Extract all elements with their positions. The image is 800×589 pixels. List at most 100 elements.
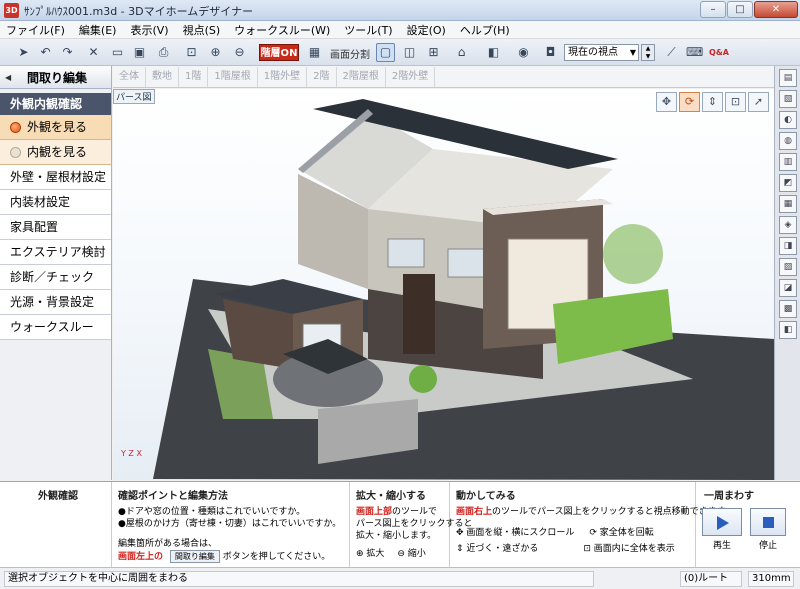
print-icon[interactable]: ⎙ [154, 43, 173, 62]
status-bar: 選択オブジェクトを中心に周囲をまわる (0)ルート 310mm [0, 567, 800, 589]
menu-settings[interactable]: 設定(O) [407, 22, 446, 38]
help-zoom-red: 画面上部 [356, 507, 393, 517]
tool-icon-5[interactable]: ▥ [779, 153, 797, 171]
help-zoom-line-1: 画面上部のツールで [356, 506, 449, 518]
tab-floor2-wall[interactable]: 2階外壁 [386, 67, 436, 87]
menu-help[interactable]: ヘルプ(H) [460, 22, 510, 38]
sidebar-item-exterior-design[interactable]: エクステリア検討 [0, 240, 111, 265]
tool-icon-13[interactable]: ◧ [779, 321, 797, 339]
tool-icon-9[interactable]: ◨ [779, 237, 797, 255]
view-exterior-option[interactable]: 外観を見る [0, 115, 111, 140]
fit-view-icon[interactable]: ⊡ [182, 43, 201, 62]
layout-edit-button[interactable]: ◀ 間取り編集 [0, 66, 111, 89]
viewpoint-select[interactable]: 現在の視点 ▼ [564, 44, 639, 61]
grid-icon[interactable]: ▦ [305, 43, 324, 62]
help-op-fit: 画面内に全体を表示 [593, 544, 675, 554]
tool-icon-11[interactable]: ◪ [779, 279, 797, 297]
floor-tabs: 全体 敷地 1階 1階屋根 1階外壁 2階 2階屋根 2階外壁 [113, 66, 774, 88]
tab-floor1-wall[interactable]: 1階外壁 [258, 67, 308, 87]
zoom-in-icon[interactable]: ⊕ [206, 43, 225, 62]
sidebar-item-walkthrough[interactable]: ウォークスルー [0, 315, 111, 340]
stop-label: 停止 [758, 541, 777, 551]
stop-button[interactable] [750, 508, 786, 536]
select-arrow-icon[interactable]: ➤ [14, 43, 33, 62]
perspective-viewport[interactable]: パース図 ✥ ⟳ ⇕ ⊡ ➚ Y Z X [113, 89, 774, 480]
left-panel: ◀ 間取り編集 外観内観確認 外観を見る 内観を見る 外壁・屋根材設定 内装材設… [0, 66, 112, 480]
fit-all-icon[interactable]: ⊡ [725, 92, 746, 112]
navigation-tools: ✥ ⟳ ⇕ ⊡ ➚ [656, 92, 771, 112]
tool-icon-12[interactable]: ▩ [779, 300, 797, 318]
menu-viewpoint[interactable]: 視点(S) [183, 22, 221, 38]
keyboard-icon[interactable]: ⌨ [685, 43, 704, 62]
maximize-button[interactable]: □ [727, 1, 753, 18]
sidebar-item-diagnosis[interactable]: 診断／チェック [0, 265, 111, 290]
tab-floor1-roof[interactable]: 1階屋根 [208, 67, 258, 87]
pointer-icon[interactable]: ➚ [748, 92, 769, 112]
menu-tools[interactable]: ツール(T) [344, 22, 392, 38]
house-color-icon[interactable]: ⌂ [452, 43, 471, 62]
tool-icon-8[interactable]: ◈ [779, 216, 797, 234]
sidebar-item-lighting[interactable]: 光源・背景設定 [0, 290, 111, 315]
tab-site[interactable]: 敷地 [146, 67, 179, 87]
delete-icon[interactable]: ✕ [84, 43, 103, 62]
tool-icon-4[interactable]: ◍ [779, 132, 797, 150]
viewpoint-value: 現在の視点 [568, 47, 618, 58]
play-button[interactable] [702, 508, 742, 536]
help-zoom-row: ⊕ 拡大 ⊖ 縮小 [356, 548, 449, 560]
sidebar-item-furniture[interactable]: 家具配置 [0, 215, 111, 240]
collapse-arrow-icon: ◀ [5, 72, 12, 82]
tab-all[interactable]: 全体 [113, 67, 146, 87]
tool-icon-2[interactable]: ▧ [779, 90, 797, 108]
tab-floor2-roof[interactable]: 2階屋根 [337, 67, 386, 87]
eye-view-icon[interactable]: ◉ [514, 43, 533, 62]
approach-icon[interactable]: ⇕ [702, 92, 723, 112]
help-check-line-2: ●屋根のかけ方（寄せ棟・切妻）はこれでいいですか。 [118, 519, 342, 529]
help-section-move: 動かしてみる 画面右上のツールでパース図上をクリックすると視点移動できます。 ✥… [450, 482, 734, 568]
viewpoint-stepper[interactable]: ▲ ▼ [641, 44, 655, 61]
tab-floor1[interactable]: 1階 [179, 67, 209, 87]
pan-icon[interactable]: ✥ [656, 92, 677, 112]
minimize-button[interactable]: – [700, 1, 726, 18]
help-section-zoom: 拡大・縮小する 画面上部のツールで パース図上をクリックすると 拡大・縮小します… [350, 482, 473, 568]
sidebar-item-interior-materials[interactable]: 内装材設定 [0, 190, 111, 215]
stop-icon [763, 517, 774, 528]
save-icon[interactable]: ▣ [130, 43, 149, 62]
help-move-line-1: 画面右上のツールでパース図上をクリックすると視点移動できます。 [456, 506, 734, 518]
sidebar-item-exterior-materials[interactable]: 外壁・屋根材設定 [0, 165, 111, 190]
floor-on-button[interactable]: 階層ON [259, 44, 299, 61]
pan-icon: ✥ [456, 528, 464, 538]
single-view-icon[interactable]: ▢ [376, 43, 395, 62]
tab-floor2[interactable]: 2階 [307, 67, 337, 87]
measure-icon[interactable]: ⟋ [662, 43, 681, 62]
open-folder-icon[interactable]: ▭ [108, 43, 127, 62]
view-interior-option[interactable]: 内観を見る [0, 140, 111, 165]
tool-icon-10[interactable]: ▨ [779, 258, 797, 276]
tool-icon-1[interactable]: ▤ [779, 69, 797, 87]
box-view-icon[interactable]: ◧ [484, 43, 503, 62]
help-check-edit: 編集箇所がある場合は、 [118, 539, 218, 549]
tool-icon-7[interactable]: ▦ [779, 195, 797, 213]
play-icon [717, 516, 729, 530]
redo-icon[interactable]: ↷ [58, 43, 77, 62]
tool-icon-3[interactable]: ◐ [779, 111, 797, 129]
qa-button[interactable]: Q&A [708, 43, 730, 62]
house-render [153, 99, 774, 480]
menu-walkthrough[interactable]: ウォークスルー(W) [234, 22, 330, 38]
menu-view[interactable]: 表示(V) [130, 22, 168, 38]
close-button[interactable]: ✕ [754, 1, 798, 18]
help-layout-edit-button[interactable]: 間取り編集 [169, 550, 220, 563]
window-title: ｻﾝﾌﾟﾙﾊｳｽ001.m3d - 3Dマイホームデザイナー [24, 5, 254, 18]
menu-edit[interactable]: 編集(E) [79, 22, 117, 38]
camera-icon[interactable]: ◘ [541, 43, 560, 62]
rotate-icon[interactable]: ⟳ [679, 92, 700, 112]
tool-icon-6[interactable]: ◩ [779, 174, 797, 192]
split-two-icon[interactable]: ◫ [400, 43, 419, 62]
menu-bar: ファイル(F) 編集(E) 表示(V) 視点(S) ウォークスルー(W) ツール… [0, 21, 800, 39]
help-check-edit-row: 画面左上の 間取り編集 ボタンを押してください。 [118, 550, 349, 563]
undo-icon[interactable]: ↶ [36, 43, 55, 62]
menu-file[interactable]: ファイル(F) [6, 22, 65, 38]
split-four-icon[interactable]: ⊞ [424, 43, 443, 62]
status-message: 選択オブジェクトを中心に周囲をまわる [4, 571, 594, 587]
help-title-exterior: 外観確認 [38, 491, 78, 502]
zoom-out-icon[interactable]: ⊖ [230, 43, 249, 62]
